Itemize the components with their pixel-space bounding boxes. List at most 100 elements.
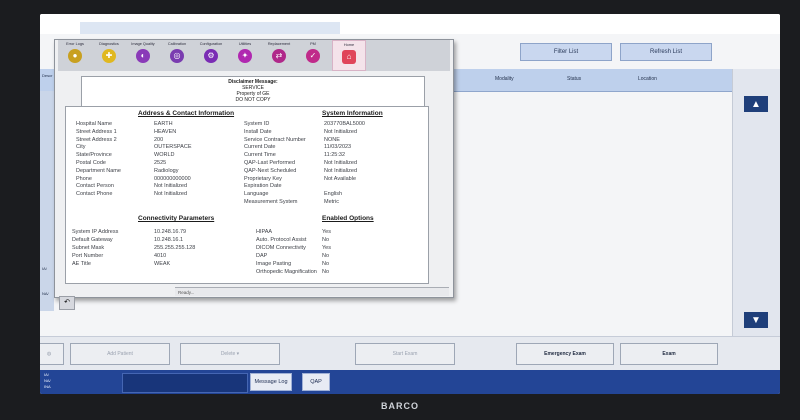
column-status[interactable]: Status bbox=[567, 76, 581, 82]
status-message-field bbox=[122, 373, 248, 393]
refresh-list-button[interactable]: Refresh List bbox=[620, 43, 712, 61]
tool-configuration[interactable]: Configuration ⚙ bbox=[194, 40, 228, 71]
emergency-exam-button[interactable]: Emergency Exam bbox=[516, 343, 614, 365]
pm-icon: ✓ bbox=[306, 49, 320, 63]
system-value: Metric bbox=[324, 199, 339, 205]
tool-error-logs[interactable]: Error Logs ● bbox=[58, 40, 92, 71]
tool-pm[interactable]: PM ✓ bbox=[296, 40, 330, 71]
address-label: Postal Code bbox=[76, 160, 106, 166]
option-label: DAP bbox=[256, 253, 268, 259]
connectivity-value: 10.248.16.1 bbox=[154, 237, 184, 243]
disclaimer-box: Disclaimer Message: SERVICE Property of … bbox=[81, 76, 425, 108]
option-value: No bbox=[322, 237, 330, 243]
system-label: Language bbox=[244, 191, 269, 198]
address-label: City bbox=[76, 144, 86, 151]
tool-utilities[interactable]: Utilities ✦ bbox=[228, 40, 262, 71]
connectivity-value: 10.248.16.79 bbox=[154, 229, 187, 235]
address-value: Not Initialized bbox=[154, 191, 188, 198]
system-value: 11:25:32 bbox=[324, 152, 346, 159]
system-value: Not Initialized bbox=[324, 167, 358, 174]
option-value: No bbox=[322, 261, 330, 267]
calibration-icon: ◎ bbox=[170, 49, 184, 63]
tool-calibration[interactable]: Calibration ◎ bbox=[160, 40, 194, 71]
option-label: DICOM Connectivity bbox=[256, 245, 306, 251]
address-value: HEAVEN bbox=[154, 128, 177, 135]
option-value: Yes bbox=[322, 245, 331, 251]
address-value: 2525 bbox=[154, 160, 167, 166]
system-value: English bbox=[324, 191, 343, 198]
system-label: QAP-Next Scheduled bbox=[244, 167, 297, 174]
connectivity-value: WEAK bbox=[154, 261, 171, 267]
exam-button[interactable]: Exam bbox=[620, 343, 718, 365]
qap-button[interactable]: QAP bbox=[302, 373, 330, 391]
scroll-up-button[interactable]: ▲ bbox=[744, 96, 768, 112]
status-bar: IA/ NA/ INA Message Log QAP bbox=[40, 370, 780, 394]
scroll-down-button[interactable]: ▼ bbox=[744, 312, 768, 328]
address-section-title: Address & Contact Information bbox=[138, 110, 235, 117]
triangle-down-icon: ▼ bbox=[751, 314, 761, 326]
add-patient-button[interactable]: Add Patient bbox=[70, 343, 170, 365]
address-value: 000000000000 bbox=[154, 175, 191, 182]
disabled-icon-button[interactable]: ◍ bbox=[40, 343, 64, 365]
bottom-action-bar: ◍ Add Patient Delete ▾ Start Exam Emerge… bbox=[40, 336, 780, 371]
replacement-icon: ⇄ bbox=[272, 49, 286, 63]
column-modality[interactable]: Modality bbox=[495, 76, 514, 82]
connectivity-label: AE Title bbox=[72, 261, 91, 267]
info-panel: Address & Contact Information System Inf… bbox=[65, 106, 429, 284]
diagnostics-icon: ✚ bbox=[102, 49, 116, 63]
tool-diagnostics[interactable]: Diagnostics ✚ bbox=[92, 40, 126, 71]
start-exam-button[interactable]: Start Exam bbox=[355, 343, 455, 365]
status-indicators: IA/ NA/ INA bbox=[44, 372, 51, 389]
delete-label: Delete bbox=[220, 351, 236, 357]
address-label: Street Address 2 bbox=[76, 136, 117, 143]
back-arrow-icon: ↶ bbox=[64, 299, 70, 306]
connectivity-value: 255.255.255.128 bbox=[154, 245, 196, 251]
service-toolbar: Error Logs ● Diagnostics ✚ Image Quality ◐ … bbox=[58, 40, 450, 71]
connectivity-label: Default Gateway bbox=[72, 237, 113, 243]
system-label: Expiration Date bbox=[244, 183, 282, 190]
system-value: 11/03/2023 bbox=[324, 144, 352, 151]
address-value: Not Initialized bbox=[154, 183, 188, 190]
app-tab-strip bbox=[80, 22, 340, 34]
configuration-icon: ⚙ bbox=[204, 49, 218, 63]
address-label: Hospital Name bbox=[76, 121, 113, 127]
options-section-title: Enabled Options bbox=[322, 215, 374, 222]
tool-replacement[interactable]: Replacement ⇄ bbox=[262, 40, 296, 71]
option-value: Yes bbox=[322, 229, 331, 235]
address-label: Contact Person bbox=[76, 183, 114, 190]
filter-list-button[interactable]: Filter List bbox=[520, 43, 612, 61]
triangle-up-icon: ▲ bbox=[751, 98, 761, 110]
connectivity-label: Port Number bbox=[72, 253, 104, 259]
disclaimer-line: DO NOT COPY bbox=[235, 97, 271, 103]
error-log-icon: ● bbox=[68, 49, 82, 63]
address-value: EARTH bbox=[154, 121, 173, 127]
system-label: QAP-Last Performed bbox=[244, 160, 296, 166]
column-location[interactable]: Location bbox=[638, 76, 657, 82]
option-label: Image Pasting bbox=[256, 261, 292, 267]
delete-button[interactable]: Delete ▾ bbox=[180, 343, 280, 365]
system-label: Proprietary Key bbox=[244, 175, 282, 182]
screen: Filter List Refresh List Modality Status… bbox=[40, 14, 780, 394]
option-value: No bbox=[322, 269, 330, 275]
tool-home[interactable]: Home ⌂ bbox=[332, 40, 366, 71]
message-log-button[interactable]: Message Log bbox=[250, 373, 292, 391]
option-label: HIPAA bbox=[256, 229, 273, 235]
system-label: Service Contract Number bbox=[244, 136, 306, 143]
left-strip-label: NA/ bbox=[42, 291, 49, 296]
service-dialog: Error Logs ● Diagnostics ✚ Image Quality ◐ … bbox=[54, 39, 454, 310]
left-column-label: Descr bbox=[42, 73, 53, 78]
connectivity-value: 4010 bbox=[154, 253, 167, 259]
monitor-brand-logo: BARCO bbox=[381, 401, 419, 411]
system-value: Not Initialized bbox=[324, 128, 358, 135]
option-label: Auto. Protocol Assist bbox=[256, 237, 307, 243]
back-button[interactable]: ↶ bbox=[59, 296, 75, 310]
system-label: Install Date bbox=[244, 128, 272, 135]
system-label: System ID bbox=[244, 121, 270, 127]
address-value: 200 bbox=[154, 136, 164, 143]
address-label: Street Address 1 bbox=[76, 128, 117, 135]
image-quality-icon: ◐ bbox=[136, 49, 150, 63]
tool-image-quality[interactable]: Image Quality ◐ bbox=[126, 40, 160, 71]
dialog-status-text: Ready... bbox=[175, 287, 449, 296]
disc-icon: ◍ bbox=[46, 351, 52, 357]
left-strip-label: IA/ bbox=[42, 266, 47, 271]
